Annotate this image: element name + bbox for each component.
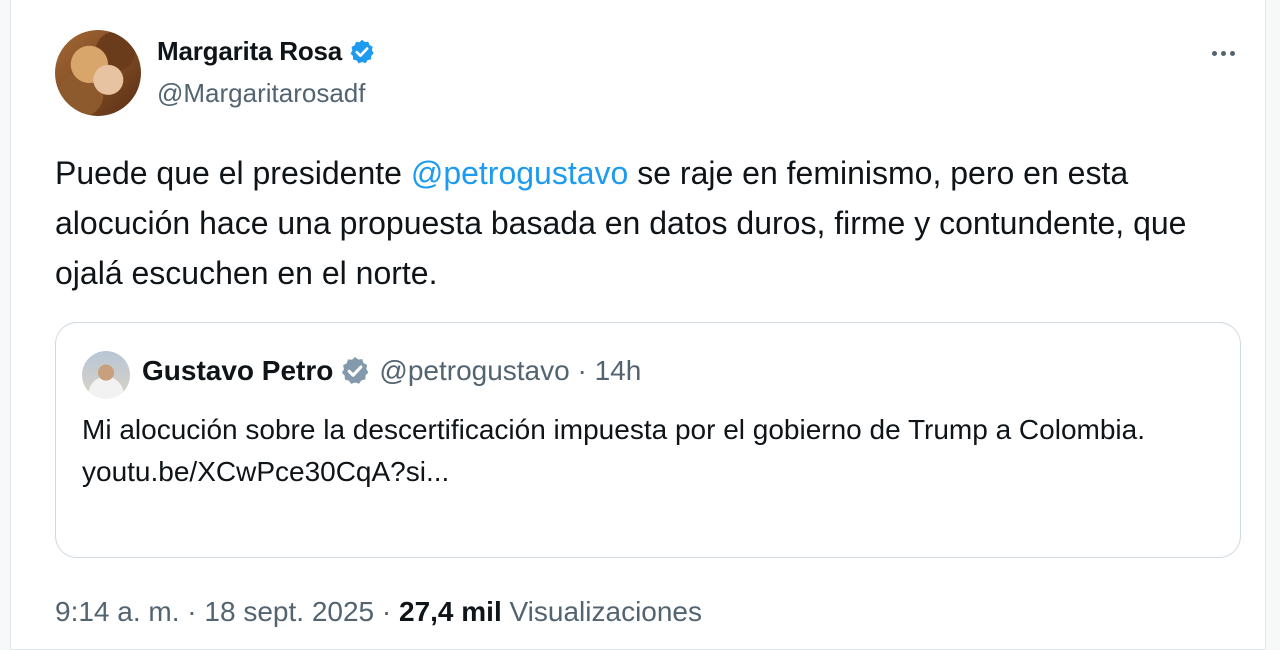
tweet-text: Puede que el presidente @petrogustavo se…	[55, 148, 1235, 298]
quoted-text: Mi alocución sobre la descertificación i…	[82, 414, 1145, 445]
quoted-display-name[interactable]: Gustavo Petro	[142, 355, 333, 387]
views-label[interactable]: Visualizaciones	[510, 596, 703, 627]
author-handle[interactable]: @Margaritarosadf	[157, 78, 365, 109]
author-avatar[interactable]	[55, 30, 141, 116]
tweet-date[interactable]: 18 sept. 2025	[204, 596, 374, 627]
tweet-time[interactable]: 9:14 a. m.	[55, 596, 180, 627]
tweet-card: Margarita Rosa @Margaritarosadf Puede qu…	[10, 0, 1266, 650]
verified-badge-icon	[350, 39, 374, 63]
author-display-name[interactable]: Margarita Rosa	[157, 36, 342, 67]
mention-link[interactable]: @petrogustavo	[411, 155, 629, 191]
quoted-text-block: Mi alocución sobre la descertificación i…	[82, 409, 1202, 493]
verified-badge-gray-icon	[342, 357, 369, 384]
quoted-author-avatar[interactable]	[82, 351, 130, 399]
footer-separator-1: ·	[179, 596, 205, 627]
quoted-separator: ·	[569, 355, 595, 386]
tweet-text-before: Puede que el presidente	[55, 155, 411, 191]
tweet-footer: 9:14 a. m. · 18 sept. 2025 · 27,4 mil Vi…	[55, 596, 702, 628]
quoted-time[interactable]: 14h	[595, 355, 642, 387]
quoted-link[interactable]: youtu.be/XCwPce30CqA?si...	[82, 451, 1202, 493]
quoted-tweet[interactable]: Gustavo Petro @petrogustavo · 14h Mi alo…	[55, 322, 1241, 558]
views-count[interactable]: 27,4 mil	[399, 596, 502, 627]
quoted-header: Gustavo Petro @petrogustavo · 14h	[142, 355, 641, 387]
footer-separator-2: ·	[374, 596, 399, 627]
quoted-handle[interactable]: @petrogustavo	[379, 355, 569, 387]
author-name-row: Margarita Rosa	[157, 36, 376, 67]
more-options-icon[interactable]	[1201, 38, 1245, 68]
